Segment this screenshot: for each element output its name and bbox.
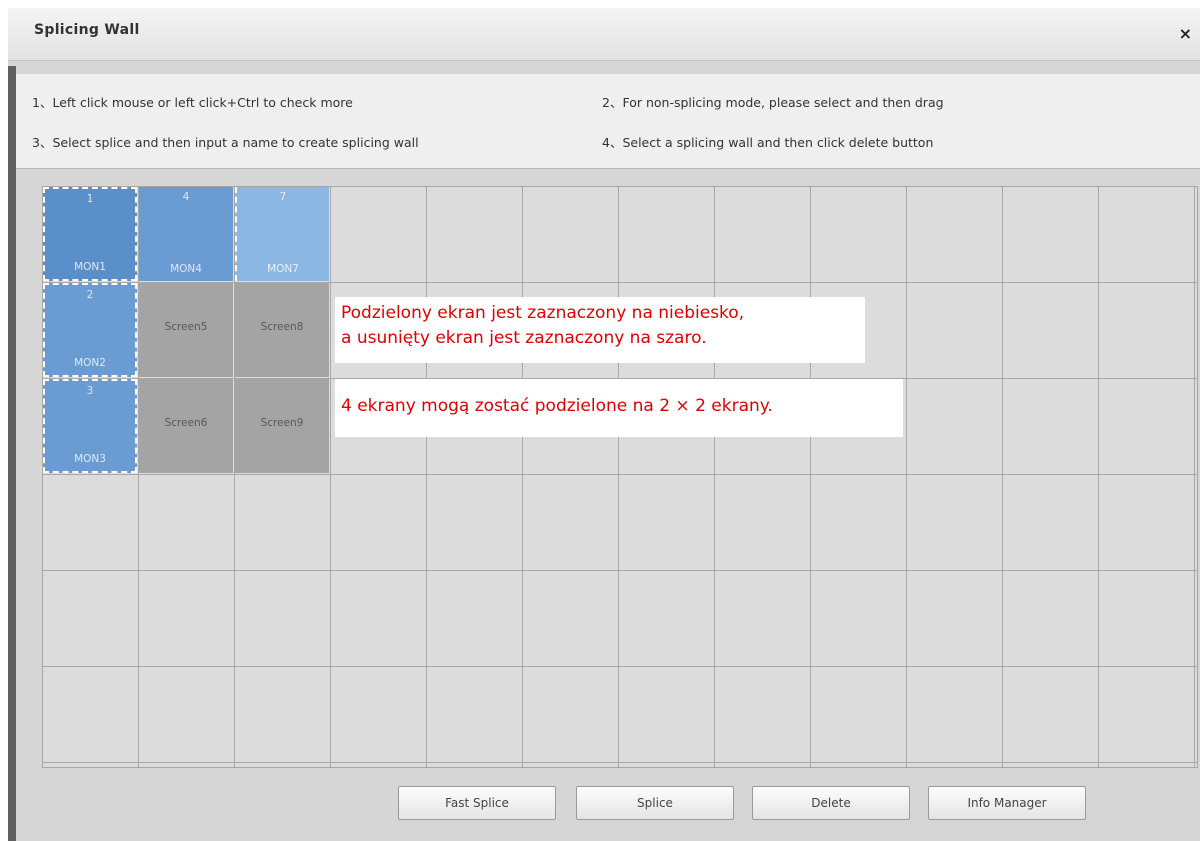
grid-cell-screen9[interactable]: Screen9 bbox=[235, 379, 329, 473]
grid-cell-screen6[interactable]: Screen6 bbox=[139, 379, 233, 473]
cell-label: MON7 bbox=[267, 263, 299, 275]
info-manager-button[interactable]: Info Manager bbox=[928, 786, 1086, 820]
hint-2: 2、For non-splicing mode, please select a… bbox=[602, 95, 944, 110]
annotation-line-2: a usunięty ekran jest zaznaczony na szar… bbox=[341, 328, 707, 348]
cell-label: Screen6 bbox=[164, 417, 208, 429]
grid-cell-mon2[interactable]: 2 MON2 bbox=[43, 283, 137, 377]
title-bar: Splicing Wall × bbox=[8, 8, 1200, 61]
grid-cell-screen5[interactable]: Screen5 bbox=[139, 283, 233, 377]
cell-label: MON4 bbox=[170, 263, 202, 275]
left-edge-bar bbox=[8, 66, 16, 841]
cell-label: Screen9 bbox=[260, 417, 304, 429]
fast-splice-button[interactable]: Fast Splice bbox=[398, 786, 556, 820]
hint-3: 3、Select splice and then input a name to… bbox=[32, 135, 419, 150]
annotation-split-text: 4 ekrany mogą zostać podzielone na 2 × 2… bbox=[341, 396, 773, 416]
cell-label: MON3 bbox=[74, 453, 106, 465]
cell-label: MON2 bbox=[74, 357, 106, 369]
cell-number: 4 bbox=[182, 191, 190, 203]
grid-cell-mon3[interactable]: 3 MON3 bbox=[43, 379, 137, 473]
cell-number: 1 bbox=[86, 193, 94, 205]
grid-cell-mon4[interactable]: 4 MON4 bbox=[139, 187, 233, 281]
annotation-blue-gray: Podzielony ekran jest zaznaczony na nieb… bbox=[335, 297, 865, 363]
cell-label: Screen5 bbox=[164, 321, 208, 333]
dialog-title: Splicing Wall bbox=[34, 22, 140, 38]
hint-1: 1、Left click mouse or left click+Ctrl to… bbox=[32, 95, 353, 110]
cell-label: MON1 bbox=[74, 261, 106, 273]
splice-button[interactable]: Splice bbox=[576, 786, 734, 820]
cell-number: 2 bbox=[86, 289, 94, 301]
annotation-split: 4 ekrany mogą zostać podzielone na 2 × 2… bbox=[335, 379, 903, 437]
cell-label: Screen8 bbox=[260, 321, 304, 333]
grid-cell-mon7[interactable]: 7 MON7 bbox=[235, 187, 329, 281]
close-icon[interactable]: × bbox=[1179, 24, 1192, 43]
splicing-wall-dialog: Splicing Wall × 1、Left click mouse or le… bbox=[8, 8, 1200, 841]
button-bar: Fast Splice Splice Delete Info Manager bbox=[8, 786, 1200, 836]
hint-4: 4、Select a splicing wall and then click … bbox=[602, 135, 934, 150]
instructions-panel: 1、Left click mouse or left click+Ctrl to… bbox=[16, 74, 1200, 169]
grid-cell-mon1[interactable]: 1 MON1 bbox=[43, 187, 137, 281]
splicing-grid[interactable]: 1 MON1 4 MON4 7 MON7 2 MON2 Screen5 Scre… bbox=[42, 186, 1198, 768]
cell-number: 3 bbox=[86, 385, 94, 397]
delete-button[interactable]: Delete bbox=[752, 786, 910, 820]
grid-cell-screen8[interactable]: Screen8 bbox=[235, 283, 329, 377]
cell-number: 7 bbox=[279, 191, 287, 203]
annotation-line-1: Podzielony ekran jest zaznaczony na nieb… bbox=[341, 303, 745, 323]
